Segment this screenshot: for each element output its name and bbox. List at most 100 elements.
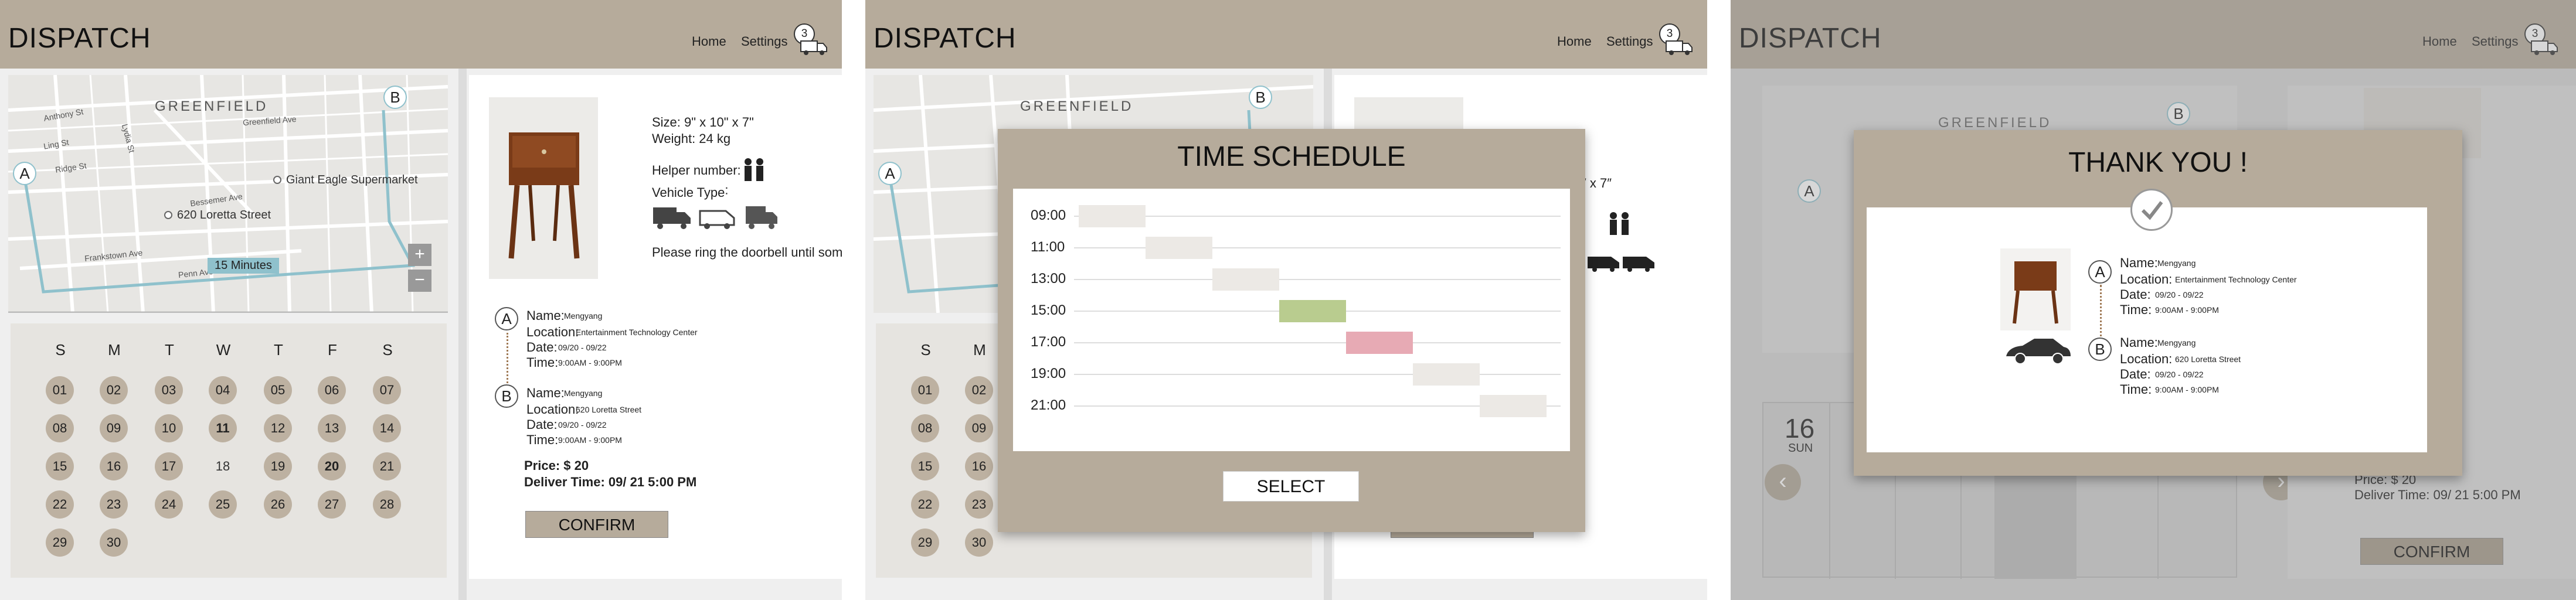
dropoff-name: Mengyang: [564, 388, 603, 398]
nav-settings[interactable]: Settings: [741, 34, 788, 49]
calendar-day[interactable]: 15: [46, 452, 74, 480]
calendar-day-today[interactable]: 18: [209, 452, 237, 480]
time-label: 17:00: [1031, 334, 1066, 350]
nav-home[interactable]: Home: [1557, 34, 1592, 49]
map-marker-b[interactable]: B: [383, 86, 407, 109]
time-slot[interactable]: [1146, 237, 1212, 259]
dropoff-time-label: Time:: [526, 432, 559, 447]
check-icon: [2130, 189, 2173, 231]
helper-people-icon[interactable]: [741, 157, 767, 186]
van-icon[interactable]: [699, 206, 738, 233]
helper-people-icon: [1606, 211, 1632, 240]
weekday-label: F: [328, 341, 337, 359]
calendar-day[interactable]: 20: [318, 452, 346, 480]
calendar-day[interactable]: 22: [46, 490, 74, 519]
calendar-day[interactable]: 19: [264, 452, 292, 480]
time-slot[interactable]: [1413, 363, 1480, 386]
calendar-day[interactable]: 12: [264, 414, 292, 442]
app-logo[interactable]: DISPATCH: [874, 22, 1017, 54]
time-label: 11:00: [1031, 239, 1065, 255]
product-thumbnail: [2000, 248, 2071, 330]
calendar-day[interactable]: 27: [318, 490, 346, 519]
time-label: 09:00: [1031, 207, 1066, 223]
pickup-location-label: Location:: [526, 325, 579, 339]
time-line: [1074, 374, 1561, 375]
time-slot[interactable]: [1212, 268, 1279, 291]
confirm-button[interactable]: CONFIRM: [525, 511, 668, 538]
select-button[interactable]: SELECT: [1223, 471, 1359, 502]
time-slot-busy[interactable]: [1346, 332, 1413, 354]
calendar-day: 01: [911, 376, 939, 404]
calendar-day[interactable]: 23: [100, 490, 128, 519]
pickup-time-label: Time:: [2120, 302, 2152, 317]
schedule-grid: 09:00 11:00 13:00 15:00 17:00 19:00 21:0…: [1013, 189, 1570, 451]
pickup-location: Entertainment Technology Center: [2175, 275, 2297, 284]
time-slot-available[interactable]: [1279, 300, 1346, 322]
weekday-label: S: [382, 341, 393, 359]
price: Price: $ 20: [524, 458, 589, 473]
time-label: 13:00: [1031, 271, 1066, 287]
weekday-label: T: [274, 341, 283, 359]
car-icon: [2003, 336, 2073, 369]
time-schedule-title: TIME SCHEDULE: [1177, 141, 1406, 172]
product-weight: Weight: 24 kg: [652, 131, 731, 146]
calendar-day: 02: [965, 376, 993, 404]
dropoff-name: Mengyang: [2157, 338, 2196, 347]
calendar-day[interactable]: 25: [209, 490, 237, 519]
dropoff-date-label: Date:: [2120, 367, 2151, 381]
map-neighborhood-label: GREENFIELD: [1020, 98, 1134, 114]
box-truck-icon[interactable]: [745, 204, 780, 233]
app-logo[interactable]: DISPATCH: [8, 22, 151, 54]
calendar-day[interactable]: 26: [264, 490, 292, 519]
calendar-day[interactable]: 02: [100, 376, 128, 404]
pickup-time-label: Time:: [526, 355, 559, 370]
nav-home[interactable]: Home: [692, 34, 726, 49]
calendar-day: 29: [911, 529, 939, 557]
calendar-day[interactable]: 24: [155, 490, 183, 519]
product-image: [1354, 97, 1463, 132]
calendar-day[interactable]: 04: [209, 376, 237, 404]
calendar-day[interactable]: 30: [100, 529, 128, 557]
calendar-day[interactable]: 16: [100, 452, 128, 480]
thank-you-modal: THANK YOU ! A Name: Mengyang Location: E…: [1854, 130, 2462, 476]
panel-thank-you: DISPATCH Home Settings 3 A B GREENFIELD …: [1731, 0, 2576, 600]
calendar-day[interactable]: 14: [373, 414, 401, 442]
time-slot[interactable]: [1079, 205, 1146, 227]
calendar-day[interactable]: 03: [155, 376, 183, 404]
dropoff-location-label: Location:: [526, 402, 579, 417]
delivery-cart-icon[interactable]: 3: [1658, 23, 1694, 56]
calendar-day[interactable]: 13: [318, 414, 346, 442]
time-slot[interactable]: [1480, 395, 1547, 417]
route-map[interactable]: GREENFIELD Anthony St Ling St Ridge St B…: [8, 75, 448, 313]
calendar-day[interactable]: 17: [155, 452, 183, 480]
calendar-day[interactable]: 07: [373, 376, 401, 404]
time-line: [1074, 342, 1561, 343]
calendar-day[interactable]: 06: [318, 376, 346, 404]
calendar-day[interactable]: 29: [46, 529, 74, 557]
calendar-day[interactable]: 10: [155, 414, 183, 442]
pickup-marker-a: A: [495, 307, 518, 330]
calendar-day[interactable]: 21: [373, 452, 401, 480]
calendar-day: 08: [911, 414, 939, 442]
truck-icon[interactable]: [652, 204, 693, 233]
calendar-day[interactable]: 11: [209, 414, 237, 442]
calendar-day[interactable]: 05: [264, 376, 292, 404]
calendar-day[interactable]: 09: [100, 414, 128, 442]
panel-time-schedule: DISPATCH Home Settings 3 GREENFIELD A B …: [865, 0, 1707, 600]
time-label: 21:00: [1031, 397, 1066, 413]
product-image: [489, 97, 598, 279]
zoom-out-button[interactable]: −: [408, 270, 431, 292]
calendar-day[interactable]: 01: [46, 376, 74, 404]
zoom-in-button[interactable]: +: [408, 244, 431, 266]
calendar-day[interactable]: 28: [373, 490, 401, 519]
product-size-partial: ″ x 7″: [1582, 176, 1612, 190]
delivery-cart-icon[interactable]: 3: [793, 23, 829, 56]
calendar-day: 09: [965, 414, 993, 442]
pickup-date: 09/20 - 09/22: [2155, 290, 2204, 299]
calendar-day[interactable]: 08: [46, 414, 74, 442]
map-marker-a[interactable]: A: [13, 162, 36, 185]
dropoff-location: 620 Loretta Street: [2175, 354, 2241, 364]
pickup-name-label: Name:: [2120, 255, 2158, 270]
map-poi-address: 620 Loretta Street: [177, 209, 271, 221]
nav-settings[interactable]: Settings: [1606, 34, 1653, 49]
